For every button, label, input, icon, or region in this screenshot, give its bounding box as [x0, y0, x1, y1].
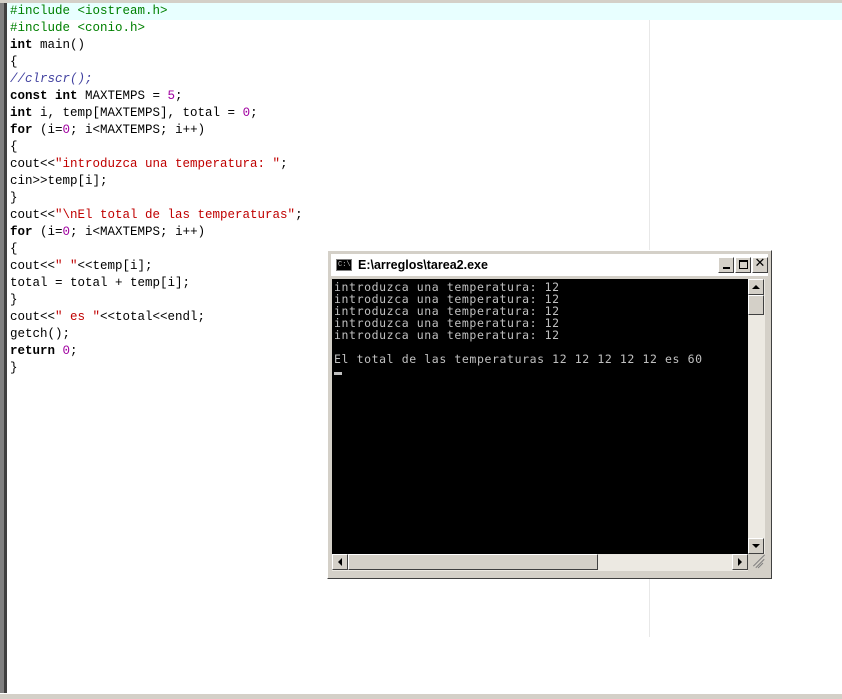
vertical-scrollbar[interactable]: [748, 279, 765, 554]
code-token: {: [10, 140, 18, 154]
code-token: }: [10, 361, 18, 375]
console-output[interactable]: introduzca una temperatura: 12 introduzca…: [332, 279, 748, 554]
code-token: int: [10, 106, 33, 120]
code-line[interactable]: {: [10, 139, 842, 156]
code-token: cout<<: [10, 259, 56, 273]
code-token: ;: [250, 106, 258, 120]
code-line[interactable]: cout<<"\nEl total de las temperaturas";: [10, 207, 842, 224]
scroll-up-button[interactable]: [748, 279, 764, 295]
code-line[interactable]: int main(): [10, 37, 842, 54]
code-token: for: [10, 225, 33, 239]
arrow-right-icon: [738, 558, 742, 566]
code-token: i, temp[MAXTEMPS], total =: [32, 106, 243, 120]
code-line[interactable]: #include <iostream.h>: [7, 3, 842, 20]
code-line[interactable]: for (i=0; i<MAXTEMPS; i++): [10, 224, 842, 241]
horizontal-scroll-thumb[interactable]: [348, 554, 598, 570]
code-token: ;: [295, 208, 303, 222]
code-line[interactable]: const int MAXTEMPS = 5;: [10, 88, 842, 105]
editor-status-strip: [0, 693, 842, 699]
code-line[interactable]: for (i=0; i<MAXTEMPS; i++): [10, 122, 842, 139]
code-token: {: [10, 55, 18, 69]
code-token: ;: [175, 89, 183, 103]
close-icon: ✕: [754, 256, 766, 271]
code-token: for: [10, 123, 33, 137]
code-token: ;: [280, 157, 288, 171]
minimize-icon: [723, 267, 730, 269]
minimize-button[interactable]: [718, 257, 734, 273]
console-window[interactable]: C:\ E:\arreglos\tarea2.exe ✕ introduzca …: [327, 250, 772, 579]
code-token: "\nEl total de las temperaturas": [55, 208, 296, 222]
code-line[interactable]: #include <conio.h>: [10, 20, 842, 37]
code-token: }: [10, 191, 18, 205]
console-icon[interactable]: C:\: [336, 259, 352, 271]
code-token: {: [10, 242, 18, 256]
code-token: #include <iostream.h>: [10, 4, 168, 18]
code-line[interactable]: //clrscr();: [10, 71, 842, 88]
code-token: <<total<<endl;: [100, 310, 206, 324]
arrow-up-icon: [752, 285, 760, 289]
code-token: return: [10, 344, 56, 358]
editor-gutter: [4, 3, 7, 693]
close-button[interactable]: ✕: [752, 256, 768, 273]
text-cursor: [334, 372, 342, 375]
code-line[interactable]: int i, temp[MAXTEMPS], total = 0;: [10, 105, 842, 122]
scroll-right-button[interactable]: [732, 554, 748, 570]
code-token: 5: [167, 89, 176, 103]
code-line[interactable]: {: [10, 54, 842, 71]
code-token: "introduzca una temperatura: ": [55, 157, 281, 171]
code-token: cout<<: [10, 310, 56, 324]
code-line[interactable]: cout<<"introduzca una temperatura: ";: [10, 156, 842, 173]
code-token: ; i<MAXTEMPS; i++): [70, 123, 206, 137]
arrow-down-icon: [752, 544, 760, 548]
code-token: MAXTEMPS =: [77, 89, 168, 103]
code-token: 0: [62, 344, 71, 358]
code-token: total = total + temp[i];: [10, 276, 191, 290]
code-token: #include <conio.h>: [10, 21, 146, 35]
maximize-icon: [739, 260, 748, 269]
code-token: 0: [62, 123, 71, 137]
code-token: " ": [55, 259, 78, 273]
code-token: main(): [32, 38, 86, 52]
code-token: cin>>temp[i];: [10, 174, 108, 188]
code-line[interactable]: cin>>temp[i];: [10, 173, 842, 190]
code-token: cout<<: [10, 157, 56, 171]
code-token: cout<<: [10, 208, 56, 222]
scroll-left-button[interactable]: [332, 554, 348, 570]
code-token: " es ": [55, 310, 101, 324]
console-title: E:\arreglos\tarea2.exe: [358, 258, 488, 272]
vertical-scroll-thumb[interactable]: [748, 295, 764, 315]
arrow-left-icon: [338, 558, 342, 566]
resize-grip[interactable]: [748, 554, 766, 571]
maximize-button[interactable]: [735, 257, 751, 273]
console-output-line: introduzca una temperatura: 12: [334, 328, 560, 342]
code-token: const int: [10, 89, 78, 103]
console-titlebar[interactable]: C:\ E:\arreglos\tarea2.exe ✕: [331, 254, 768, 276]
code-line[interactable]: }: [10, 190, 842, 207]
scroll-down-button[interactable]: [748, 538, 764, 554]
horizontal-scrollbar[interactable]: [332, 554, 748, 571]
code-token: ;: [70, 344, 78, 358]
console-output-line: El total de las temperaturas 12 12 12 12…: [334, 352, 703, 366]
code-token: (i=: [32, 123, 63, 137]
code-token: 0: [62, 225, 71, 239]
code-token: (i=: [32, 225, 63, 239]
code-token: }: [10, 293, 18, 307]
code-token: getch();: [10, 327, 71, 341]
code-token: 0: [242, 106, 251, 120]
code-token: <<temp[i];: [77, 259, 153, 273]
code-token: int: [10, 38, 33, 52]
code-token: //clrscr();: [10, 72, 93, 86]
code-token: ; i<MAXTEMPS; i++): [70, 225, 206, 239]
